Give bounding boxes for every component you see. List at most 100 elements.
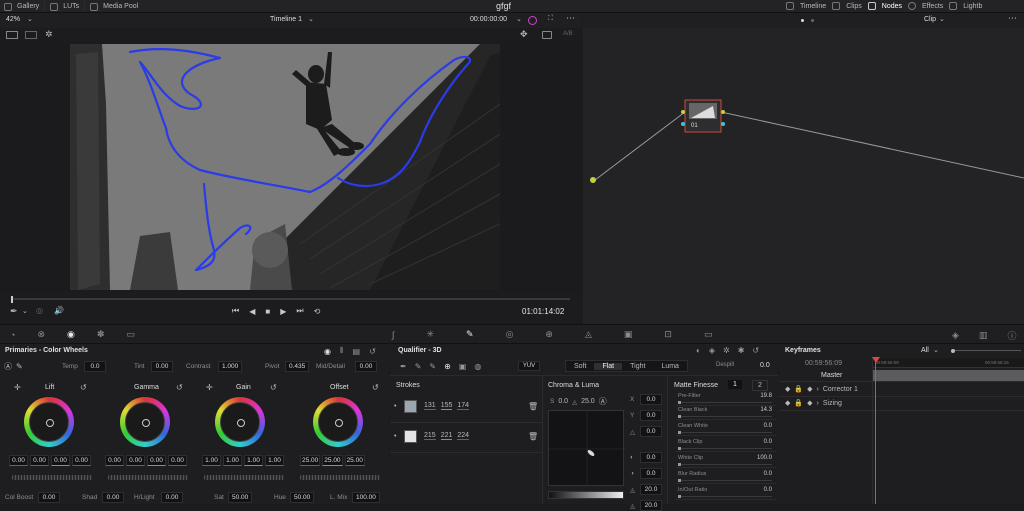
cl-sat-value[interactable]: 0.0 (558, 398, 568, 405)
matte-row-prefilter[interactable]: Pre-Filter 19.8 (676, 392, 776, 406)
chevron-down-icon[interactable]: ⌄ (22, 307, 28, 315)
rgb-mode-icon[interactable]: ✲ (723, 346, 730, 355)
gain-r-field[interactable]: 1.00 (223, 455, 242, 466)
gamma-master-dial[interactable] (108, 475, 188, 480)
highlight-toggle-icon[interactable]: ▣ (459, 362, 467, 371)
tab-tight[interactable]: Tight (622, 363, 653, 370)
gamma-wheel[interactable] (120, 397, 170, 447)
offset-b-field[interactable]: 25.00 (344, 455, 365, 466)
master-track-bar[interactable] (873, 370, 1024, 381)
tab-effects[interactable]: Effects (922, 3, 943, 10)
track-master[interactable]: Master (821, 372, 842, 379)
rgb-mixer-icon[interactable]: ✽ (97, 329, 105, 340)
keyframe-playhead[interactable] (875, 358, 876, 504)
split-screen-icon[interactable] (25, 31, 37, 39)
sizing-icon[interactable]: ⊡ (664, 329, 672, 340)
diamond-icon[interactable]: ◆ (785, 399, 790, 407)
fullscreen-icon[interactable]: ⛶ (548, 15, 553, 23)
lock-icon[interactable]: 🔒 (794, 399, 803, 407)
stroke-r-value[interactable]: 215 (424, 432, 436, 440)
scrubber-track[interactable] (12, 298, 570, 300)
tab-soft[interactable]: Soft (566, 363, 594, 370)
gain-b-field[interactable]: 1.00 (265, 455, 284, 466)
reset-icon[interactable]: ↺ (369, 347, 376, 356)
warper-icon[interactable]: ✳ (426, 329, 434, 340)
trash-icon[interactable]: 🗑 (528, 402, 538, 411)
gamma-r-field[interactable]: 0.00 (126, 455, 145, 466)
diamond-icon[interactable]: ◆ (785, 385, 790, 393)
picker-icon[interactable]: ✎ (16, 362, 23, 371)
zoom-slider[interactable] (955, 350, 1021, 351)
go-to-end-icon[interactable]: ⏭ (296, 306, 303, 316)
track-corrector-1[interactable]: Corrector 1 (823, 386, 858, 393)
keyframe-filter-select[interactable]: All (921, 347, 929, 354)
image-wipe-icon[interactable] (6, 31, 18, 39)
tint-field[interactable]: 0.00 (151, 361, 173, 372)
matte-row-blackclip[interactable]: Black Clip 0.0 (676, 438, 776, 452)
gain-master-dial[interactable] (204, 475, 284, 480)
camera-icon[interactable] (542, 31, 552, 39)
info-icon[interactable]: ⓘ (1007, 329, 1016, 342)
chevron-right-icon[interactable]: › (817, 400, 819, 407)
gain-y-field[interactable]: 1.00 (202, 455, 221, 466)
picker-plus-icon[interactable]: ✎ (429, 362, 436, 371)
swatch-icon[interactable]: ◍ (474, 362, 481, 371)
tab-media-pool[interactable]: Media Pool (103, 3, 138, 10)
more-options-icon[interactable]: ⋯ (1008, 13, 1017, 24)
chevron-down-icon[interactable]: ⌄ (933, 346, 939, 354)
cl-soft-value[interactable]: 25.0 (581, 398, 595, 405)
reset-icon[interactable]: ↺ (372, 383, 379, 392)
x-field[interactable]: 0.0 (640, 394, 662, 405)
stroke-swatch[interactable] (404, 400, 417, 413)
diamond-icon[interactable]: ◆ (807, 399, 812, 407)
tab-gallery[interactable]: Gallery (17, 3, 39, 10)
play-reverse-icon[interactable]: ◀ (249, 307, 255, 316)
sync-icon[interactable] (528, 16, 537, 25)
gain-g-field[interactable]: 1.00 (244, 455, 263, 466)
page-dot-icon[interactable] (801, 19, 804, 22)
play-icon[interactable]: ▶ (280, 307, 286, 316)
low-soft-field[interactable]: 20.0 (640, 484, 662, 495)
lift-r-field[interactable]: 0.00 (30, 455, 49, 466)
y-field[interactable]: 0.0 (640, 410, 662, 421)
matte-row-inoutratio[interactable]: In/Out Ratio 0.0 (676, 486, 776, 500)
crosshair-icon[interactable]: ✛ (206, 383, 213, 392)
more-options-icon[interactable]: ⋯ (566, 13, 575, 24)
track-sizing[interactable]: Sizing (823, 400, 842, 407)
lift-y-field[interactable]: 0.00 (9, 455, 28, 466)
low-field[interactable]: 0.0 (640, 452, 662, 463)
temp-field[interactable]: 0.0 (84, 361, 106, 372)
reset-icon[interactable]: ↺ (270, 383, 277, 392)
high-soft-field[interactable]: 20.0 (640, 500, 662, 511)
highlight-icon[interactable]: ✲ (45, 29, 53, 40)
luma-mode-icon[interactable]: ✱ (738, 346, 745, 355)
chevron-down-icon[interactable]: ⌄ (516, 15, 522, 23)
viewer-image[interactable] (70, 44, 500, 290)
offset-wheel[interactable] (313, 397, 363, 447)
page-dot-icon[interactable] (811, 19, 814, 22)
crosshair-icon[interactable]: ✛ (14, 383, 21, 392)
high-field[interactable]: 0.0 (640, 468, 662, 479)
lift-master-dial[interactable] (12, 475, 92, 480)
matte-row-cleanblack[interactable]: Clean Black 14.3 (676, 406, 776, 420)
matte-row-whiteclip[interactable]: White Clip 100.0 (676, 454, 776, 468)
hsl-mode-icon[interactable]: ◈ (709, 346, 715, 355)
stroke-r-value[interactable]: 131 (424, 402, 436, 410)
trash-icon[interactable]: 🗑 (528, 432, 538, 441)
gamma-g-field[interactable]: 0.00 (147, 455, 166, 466)
hue-field[interactable]: 50.00 (290, 492, 315, 503)
playhead[interactable] (11, 296, 13, 303)
tab-luts[interactable]: LUTs (63, 3, 79, 10)
pivot-field[interactable]: 0.435 (285, 361, 310, 372)
angle-field[interactable]: 0.0 (640, 426, 662, 437)
chevron-down-icon[interactable]: ⌄ (27, 15, 33, 23)
ab-toggle[interactable]: A/B (563, 31, 573, 37)
tab-nodes[interactable]: Nodes (882, 3, 902, 10)
tab-matte-2[interactable]: 2 (752, 380, 768, 391)
3d-icon[interactable]: ▭ (704, 329, 713, 340)
color-match-icon[interactable]: ⊗ (37, 329, 45, 340)
chevron-right-icon[interactable]: › (817, 386, 819, 393)
node-editor[interactable]: 01 (583, 28, 1024, 324)
auto-balance-icon[interactable]: Ⓐ (4, 361, 12, 372)
tab-flat[interactable]: Flat (594, 362, 623, 370)
